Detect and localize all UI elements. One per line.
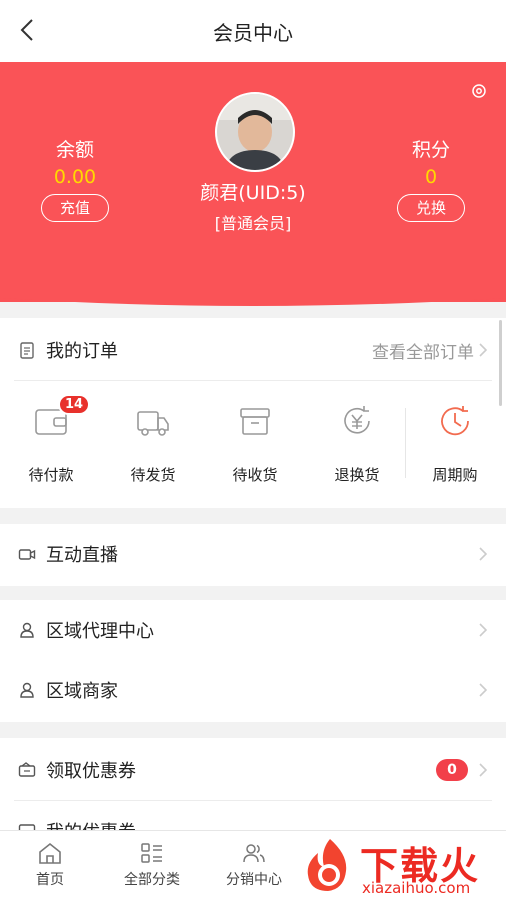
chevron-right-icon bbox=[479, 683, 488, 697]
tab-distribution-center[interactable]: 分销中心 bbox=[204, 841, 304, 889]
top-bar: 会员中心 bbox=[0, 0, 506, 62]
orders-card: 我的订单 查看全部订单 待付款 14 待发货 待收货 退换货 周期购 bbox=[0, 318, 506, 508]
menu-item-live[interactable]: 互动直播 bbox=[0, 524, 506, 584]
profile-header: 余额 0.00 充值 颜君(UID:5) [普通会员] 积分 0 兑换 bbox=[0, 62, 506, 302]
chevron-right-icon bbox=[479, 343, 488, 357]
live-card: 互动直播 bbox=[0, 524, 506, 586]
exchange-button[interactable]: 兑换 bbox=[397, 194, 465, 222]
count-badge: 14 bbox=[58, 394, 91, 415]
chevron-right-icon bbox=[479, 623, 488, 637]
order-label: 待发货 bbox=[130, 466, 176, 484]
order-label: 退换货 bbox=[334, 466, 380, 484]
home-icon bbox=[39, 842, 61, 864]
menu-item-agent-center[interactable]: 区域代理中心 bbox=[0, 600, 506, 660]
order-returns[interactable]: 退换货 bbox=[306, 402, 408, 485]
menu-label: 领取优惠券 bbox=[46, 761, 136, 782]
orders-header-row[interactable]: 我的订单 查看全部订单 bbox=[0, 320, 506, 380]
avatar[interactable] bbox=[215, 92, 295, 172]
flame-logo-icon bbox=[307, 839, 347, 891]
order-to-receive[interactable]: 待收货 bbox=[204, 402, 306, 485]
truck-icon bbox=[137, 411, 169, 436]
category-list-icon bbox=[141, 843, 162, 863]
tab-label: 首页 bbox=[36, 872, 64, 888]
settings-gear-icon[interactable] bbox=[470, 82, 488, 100]
order-label: 待付款 bbox=[28, 466, 74, 484]
person-icon bbox=[20, 622, 34, 638]
clock-cycle-icon bbox=[441, 406, 469, 436]
menu-item-get-coupons[interactable]: 领取优惠券 0 bbox=[0, 740, 506, 800]
video-camera-icon bbox=[18, 549, 36, 560]
points-value: 0 bbox=[424, 166, 438, 188]
menu-label: 互动直播 bbox=[46, 545, 118, 566]
menu-item-my-coupons[interactable]: 我的优惠券 bbox=[0, 802, 506, 832]
tab-label: 全部分类 bbox=[124, 872, 180, 888]
chevron-right-icon bbox=[479, 547, 488, 561]
yen-refund-icon bbox=[344, 406, 370, 434]
order-subscription[interactable]: 周期购 bbox=[404, 402, 506, 485]
coupon-icon bbox=[18, 762, 36, 777]
page-title: 会员中心 bbox=[213, 20, 293, 45]
box-icon bbox=[240, 408, 270, 435]
region-card: 区域代理中心 区域商家 bbox=[0, 600, 506, 722]
chevron-right-icon bbox=[479, 763, 488, 777]
watermark: 下载火 xiazaihuo.com bbox=[296, 835, 506, 899]
users-icon bbox=[243, 844, 265, 863]
person-icon bbox=[20, 682, 34, 698]
order-to-ship[interactable]: 待发货 bbox=[102, 402, 204, 485]
coupon-count-badge: 0 bbox=[436, 759, 468, 781]
tab-home[interactable]: 首页 bbox=[0, 841, 100, 889]
order-status-row: 待付款 14 待发货 待收货 退换货 周期购 bbox=[0, 394, 506, 502]
tab-all-categories[interactable]: 全部分类 bbox=[102, 841, 202, 889]
divider bbox=[14, 380, 492, 381]
divider bbox=[14, 800, 492, 801]
watermark-url: xiazaihuo.com bbox=[362, 879, 471, 897]
view-all-orders-link[interactable]: 查看全部订单 bbox=[372, 338, 474, 363]
balance-label: 余额 bbox=[55, 139, 94, 161]
hero-curve bbox=[0, 290, 506, 306]
back-arrow-icon[interactable] bbox=[14, 16, 42, 44]
menu-item-regional-merchant[interactable]: 区域商家 bbox=[0, 660, 506, 720]
points-block: 积分 0 兑换 bbox=[376, 135, 486, 222]
menu-label: 区域代理中心 bbox=[46, 621, 154, 642]
clipboard-icon bbox=[20, 342, 34, 359]
avatar-image bbox=[217, 94, 293, 170]
orders-title: 我的订单 bbox=[46, 341, 118, 362]
bottom-tab-bar: 首页 全部分类 分销中心 下载火 xiazaihuo.com bbox=[0, 830, 506, 901]
points-label: 积分 bbox=[411, 139, 450, 161]
tab-label: 分销中心 bbox=[226, 872, 282, 888]
menu-label: 区域商家 bbox=[46, 681, 118, 702]
scrollbar[interactable] bbox=[499, 320, 502, 406]
order-label: 待收货 bbox=[232, 466, 278, 484]
order-pending-payment[interactable]: 待付款 14 bbox=[0, 394, 102, 485]
coupons-card: 领取优惠券 0 我的优惠券 bbox=[0, 738, 506, 832]
order-label: 周期购 bbox=[432, 466, 478, 484]
